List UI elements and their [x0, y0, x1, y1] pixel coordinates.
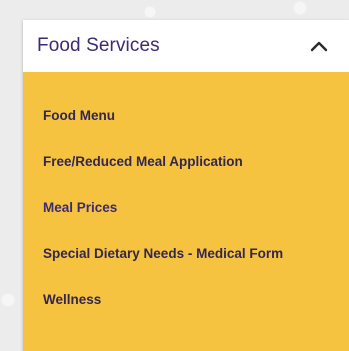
chevron-up-icon[interactable]: [309, 39, 329, 53]
accordion-title: Food Services: [37, 35, 160, 56]
menu-item-wellness: Wellness: [23, 276, 349, 322]
free-reduced-meal-application-link[interactable]: Free/Reduced Meal Application: [43, 154, 243, 169]
menu-item-meal-prices: Meal Prices: [23, 184, 349, 230]
menu-item-free-reduced-meal-application: Free/Reduced Meal Application: [23, 138, 349, 184]
food-menu-link[interactable]: Food Menu: [43, 108, 115, 123]
menu-list: Food Menu Free/Reduced Meal Application …: [23, 92, 349, 322]
accordion-header[interactable]: Food Services: [23, 20, 349, 72]
menu-item-special-dietary-needs: Special Dietary Needs - Medical Form: [23, 230, 349, 276]
accordion-body: Food Menu Free/Reduced Meal Application …: [23, 72, 349, 351]
menu-item-food-menu: Food Menu: [23, 92, 349, 138]
special-dietary-needs-link[interactable]: Special Dietary Needs - Medical Form: [43, 246, 283, 261]
meal-prices-link[interactable]: Meal Prices: [43, 200, 117, 215]
food-services-accordion: Food Services Food Menu Free/Reduced Mea…: [23, 20, 349, 351]
wellness-link[interactable]: Wellness: [43, 292, 101, 307]
